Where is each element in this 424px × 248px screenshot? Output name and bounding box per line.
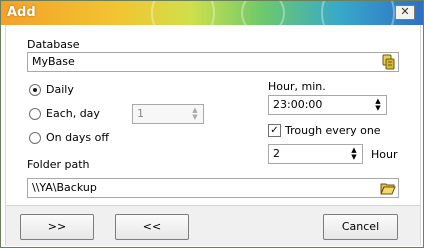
database-value: MyBase xyxy=(32,55,75,68)
each-day-radio[interactable] xyxy=(29,108,41,120)
database-label: Database xyxy=(27,38,80,51)
trough-unit-label: Hour xyxy=(371,148,398,161)
close-button[interactable]: ✕ xyxy=(395,5,415,20)
hour-spin-icon[interactable]: ▲ ▼ xyxy=(373,98,383,112)
swirl-decoration xyxy=(241,1,285,25)
daily-label: Daily xyxy=(46,83,74,96)
folder-open-icon[interactable] xyxy=(380,180,396,196)
add-dialog: Add ✕ Database MyBase Daily Each, day 1 … xyxy=(0,0,424,248)
back-button[interactable]: << xyxy=(115,214,189,240)
daily-radio[interactable] xyxy=(29,84,41,96)
trough-value: 2 xyxy=(273,147,280,160)
hour-value: 23:00:00 xyxy=(273,98,323,111)
on-days-off-radio[interactable] xyxy=(29,132,41,144)
trough-label: Trough every one xyxy=(285,124,381,137)
each-day-value: 1 xyxy=(137,107,144,120)
each-day-label: Each, day xyxy=(46,107,100,120)
button-bar: >> << Cancel xyxy=(6,205,420,246)
each-day-spin-icon[interactable]: ▲ ▼ xyxy=(190,107,200,121)
database-browse-icon[interactable] xyxy=(380,54,396,70)
trough-checkbox[interactable]: ✓ xyxy=(268,124,281,137)
close-icon: ✕ xyxy=(400,5,410,18)
check-icon: ✓ xyxy=(270,125,279,136)
swirl-decoration xyxy=(321,1,395,25)
window-title: Add xyxy=(7,5,36,20)
cancel-button[interactable]: Cancel xyxy=(323,214,398,240)
trough-stepper[interactable]: 2 ▲ ▼ xyxy=(268,144,363,164)
trough-spin-icon[interactable]: ▲ ▼ xyxy=(349,147,359,161)
swirl-decoration xyxy=(151,1,215,25)
database-field[interactable]: MyBase xyxy=(27,52,399,72)
folder-field[interactable]: \\YA\Backup xyxy=(27,178,399,198)
each-day-stepper[interactable]: 1 ▲ ▼ xyxy=(132,104,204,124)
hour-label: Hour, min. xyxy=(268,80,326,93)
hour-stepper[interactable]: 23:00:00 ▲ ▼ xyxy=(268,95,387,115)
next-button[interactable]: >> xyxy=(20,214,94,240)
on-days-off-label: On days off xyxy=(46,131,109,144)
title-bar[interactable]: Add ✕ xyxy=(1,1,423,25)
folder-label: Folder path xyxy=(27,158,90,171)
folder-value: \\YA\Backup xyxy=(32,181,97,194)
dialog-body: Database MyBase Daily Each, day 1 ▲ ▼ On … xyxy=(5,25,421,246)
